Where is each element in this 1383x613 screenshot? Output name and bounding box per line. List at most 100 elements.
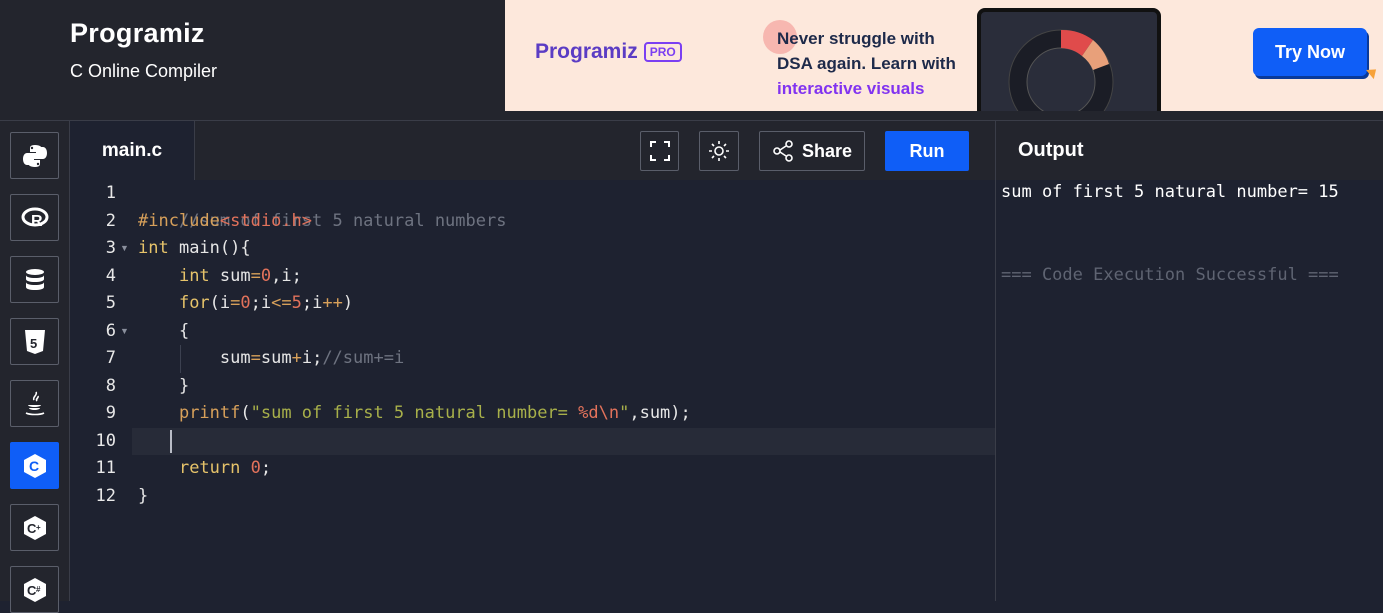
line-number: 4 xyxy=(105,265,116,286)
top-header: Programiz C Online Compiler Programiz PR… xyxy=(0,0,1383,120)
ad-line-1: Never struggle with xyxy=(777,29,935,48)
ad-logo-text: Programiz xyxy=(535,40,638,63)
dsa-wheel-illustration xyxy=(1008,29,1114,111)
code-text: sum xyxy=(219,348,251,368)
line-number: 9 xyxy=(105,403,116,423)
fold-arrow-icon[interactable]: ▼ xyxy=(120,318,129,346)
svg-text:+: + xyxy=(36,523,41,532)
code-operator: + xyxy=(291,348,302,368)
text-caret xyxy=(170,430,172,453)
page-title: C Online Compiler xyxy=(70,61,218,81)
output-result: sum of first 5 natural number= 15 xyxy=(1001,182,1339,202)
code-number: 5 xyxy=(291,293,302,313)
code-text: sum xyxy=(209,265,251,286)
fold-arrow-icon[interactable]: ▼ xyxy=(120,235,129,263)
line-number: 11 xyxy=(95,458,116,478)
line-number: 12 xyxy=(95,485,116,506)
code-line-5: for(i=0;i<=5;i++) xyxy=(138,290,353,318)
line-number: 2 xyxy=(105,210,116,231)
code-line-11: return 0; xyxy=(138,455,271,483)
lang-python[interactable] xyxy=(10,132,59,179)
lang-r[interactable]: R xyxy=(10,194,59,241)
code-line-2: #include<stdio.h> xyxy=(138,208,312,236)
execution-status: === Code Execution Successful === xyxy=(1001,265,1339,285)
code-keyword: int xyxy=(138,238,169,258)
c-icon: C xyxy=(23,453,46,478)
code-editor[interactable]: 1 2 3 ▼ 4 5 6 ▼ 7 8 9 10 11 12 //sum of … xyxy=(70,180,995,601)
code-operator: <= xyxy=(271,293,292,313)
code-text: ;i xyxy=(250,293,272,313)
lang-html[interactable]: 5 xyxy=(10,318,59,365)
code-keyword: return xyxy=(178,458,241,478)
code-text: (i xyxy=(209,293,231,313)
line-number: 1 xyxy=(105,183,116,203)
ad-headline: Never struggle with DSA again. Learn wit… xyxy=(777,26,956,101)
editor-toolbar: main.c Share Run xyxy=(70,120,995,181)
lang-cpp[interactable]: C + xyxy=(10,504,59,551)
output-title: Output xyxy=(995,120,1383,180)
cursor-arrow-icon xyxy=(1366,64,1380,80)
lang-java[interactable] xyxy=(10,380,59,427)
ad-banner[interactable]: Programiz PRO Never struggle with DSA ag… xyxy=(505,0,1383,111)
language-sidebar: R 5 C C + C # xyxy=(0,120,70,613)
ad-line-3: interactive visuals xyxy=(777,79,925,98)
svg-text:#: # xyxy=(36,585,41,594)
run-button[interactable]: Run xyxy=(885,131,969,171)
code-keyword: int xyxy=(178,265,210,286)
code-number: 0 xyxy=(250,458,261,478)
code-string: "sum of first 5 natural number= xyxy=(250,403,579,423)
brand[interactable]: Programiz C Online Compiler xyxy=(70,18,217,82)
code-text: ,sum); xyxy=(629,403,691,423)
code-text: } xyxy=(138,485,149,506)
svg-text:5: 5 xyxy=(30,336,37,351)
code-text: i; xyxy=(301,348,323,368)
code-operator: = xyxy=(250,265,261,286)
lang-csharp[interactable]: C # xyxy=(10,566,59,613)
code-number: 0 xyxy=(260,265,272,286)
try-now-button[interactable]: Try Now xyxy=(1253,28,1367,76)
output-panel[interactable]: sum of first 5 natural number= 15 === Co… xyxy=(995,180,1383,601)
code-line-9: printf("sum of first 5 natural number= %… xyxy=(138,400,691,428)
share-icon xyxy=(773,140,793,162)
code-number: 0 xyxy=(240,293,251,313)
theme-toggle-button[interactable] xyxy=(699,131,739,171)
lang-c[interactable]: C xyxy=(10,442,59,489)
code-text: ; xyxy=(260,458,272,478)
ad-logo: Programiz PRO xyxy=(535,40,682,64)
code-line-12: } xyxy=(138,483,148,511)
code-text: main(){ xyxy=(168,238,251,258)
code-text: sum xyxy=(260,348,292,368)
cpp-icon: C + xyxy=(23,515,46,540)
code-line-3: int main(){ xyxy=(138,235,251,263)
code-text: } xyxy=(178,375,190,396)
code-operator: = xyxy=(250,348,261,368)
line-number: 5 xyxy=(105,293,116,313)
code-text: ,i; xyxy=(271,265,302,286)
active-line-highlight xyxy=(132,427,995,455)
code-line-6: { xyxy=(138,318,189,346)
html5-icon: 5 xyxy=(24,329,45,354)
code-line-8: } xyxy=(138,373,189,401)
code-keyword: for xyxy=(178,293,210,313)
programiz-logo[interactable]: Programiz xyxy=(70,18,217,49)
code-line-7: sum=sum+i;//sum+=i xyxy=(138,345,404,373)
share-label: Share xyxy=(801,140,853,161)
code-line-1: //sum of first 5 natural numbers xyxy=(138,180,507,231)
line-number: 8 xyxy=(105,375,116,396)
tab-main-c[interactable]: main.c xyxy=(70,121,195,181)
code-text: ) xyxy=(342,293,354,313)
python-icon xyxy=(22,144,47,167)
ad-pro-badge: PRO xyxy=(643,42,682,62)
csharp-icon: C # xyxy=(23,577,46,602)
code-text: ;i xyxy=(301,293,323,313)
sun-icon xyxy=(709,141,729,161)
code-text: ( xyxy=(240,403,251,423)
code-include: <stdio.h> xyxy=(219,210,313,231)
fullscreen-button[interactable] xyxy=(640,131,679,171)
share-button[interactable]: Share xyxy=(759,131,865,171)
database-icon xyxy=(25,268,44,290)
code-function: printf xyxy=(178,403,241,423)
code-comment: //sum+=i xyxy=(322,348,405,368)
code-line-4: int sum=0,i; xyxy=(138,263,302,291)
lang-sql[interactable] xyxy=(10,256,59,303)
